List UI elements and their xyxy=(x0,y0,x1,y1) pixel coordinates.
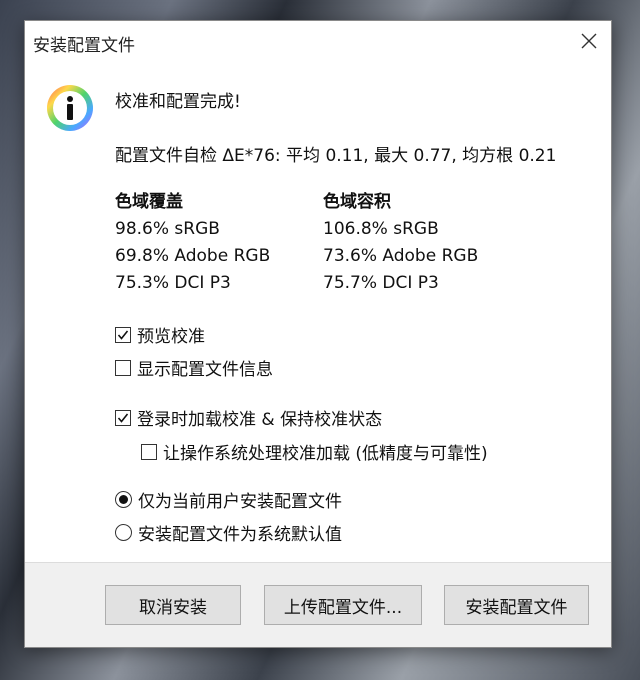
window-title: 安装配置文件 xyxy=(33,36,135,56)
upload-profile-button[interactable]: 上传配置文件... xyxy=(264,585,422,625)
show-profile-info-option[interactable]: 显示配置文件信息 xyxy=(115,355,273,380)
preview-calibration-label: 预览校准 xyxy=(137,327,205,347)
gamut-coverage-title: 色域覆盖 xyxy=(115,192,183,212)
gamut-coverage: 色域覆盖 98.6% sRGB 69.8% Adobe RGB 75.3% DC… xyxy=(115,189,270,297)
gamut-volume: 色域容积 106.8% sRGB 73.6% Adobe RGB 75.7% D… xyxy=(323,189,478,297)
preview-calibration-checkbox[interactable] xyxy=(115,326,131,343)
load-on-login-checkbox[interactable] xyxy=(115,409,131,426)
install-current-user-label: 仅为当前用户安装配置文件 xyxy=(138,492,342,512)
coverage-dci-p3: 75.3% DCI P3 xyxy=(115,273,231,293)
install-profile-dialog: 安装配置文件 校准和配置完成! 配置文件自检 ΔE*76: 平均 0.11, 最… xyxy=(24,20,612,648)
os-handle-loading-label: 让操作系统处理校准加载 (低精度与可靠性) xyxy=(163,444,488,464)
button-bar: 取消安装 上传配置文件... 安装配置文件 xyxy=(25,562,611,647)
install-current-user-radio[interactable] xyxy=(115,491,132,508)
volume-dci-p3: 75.7% DCI P3 xyxy=(323,273,439,293)
close-icon[interactable] xyxy=(575,27,603,55)
install-system-default-option[interactable]: 安装配置文件为系统默认值 xyxy=(115,520,342,545)
preview-calibration-option[interactable]: 预览校准 xyxy=(115,322,205,347)
info-icon xyxy=(45,83,95,133)
volume-adobe-rgb: 73.6% Adobe RGB xyxy=(323,246,479,266)
install-system-default-radio[interactable] xyxy=(115,524,132,541)
load-on-login-label: 登录时加载校准 & 保持校准状态 xyxy=(137,410,383,430)
completion-heading: 校准和配置完成! xyxy=(115,92,241,112)
title-bar: 安装配置文件 xyxy=(25,21,611,61)
volume-srgb: 106.8% sRGB xyxy=(323,219,439,239)
coverage-srgb: 98.6% sRGB xyxy=(115,219,220,239)
install-current-user-option[interactable]: 仅为当前用户安装配置文件 xyxy=(115,487,342,512)
os-handle-loading-option[interactable]: 让操作系统处理校准加载 (低精度与可靠性) xyxy=(141,439,488,464)
load-on-login-option[interactable]: 登录时加载校准 & 保持校准状态 xyxy=(115,405,382,430)
install-system-default-label: 安装配置文件为系统默认值 xyxy=(138,525,342,545)
show-profile-info-checkbox[interactable] xyxy=(115,359,131,376)
gamut-volume-title: 色域容积 xyxy=(323,192,391,212)
profile-self-check: 配置文件自检 ΔE*76: 平均 0.11, 最大 0.77, 均方根 0.21 xyxy=(115,146,557,166)
cancel-install-button[interactable]: 取消安装 xyxy=(105,585,241,625)
show-profile-info-label: 显示配置文件信息 xyxy=(137,360,273,380)
os-handle-loading-checkbox[interactable] xyxy=(141,443,157,460)
coverage-adobe-rgb: 69.8% Adobe RGB xyxy=(115,246,271,266)
install-profile-button[interactable]: 安装配置文件 xyxy=(444,585,589,625)
